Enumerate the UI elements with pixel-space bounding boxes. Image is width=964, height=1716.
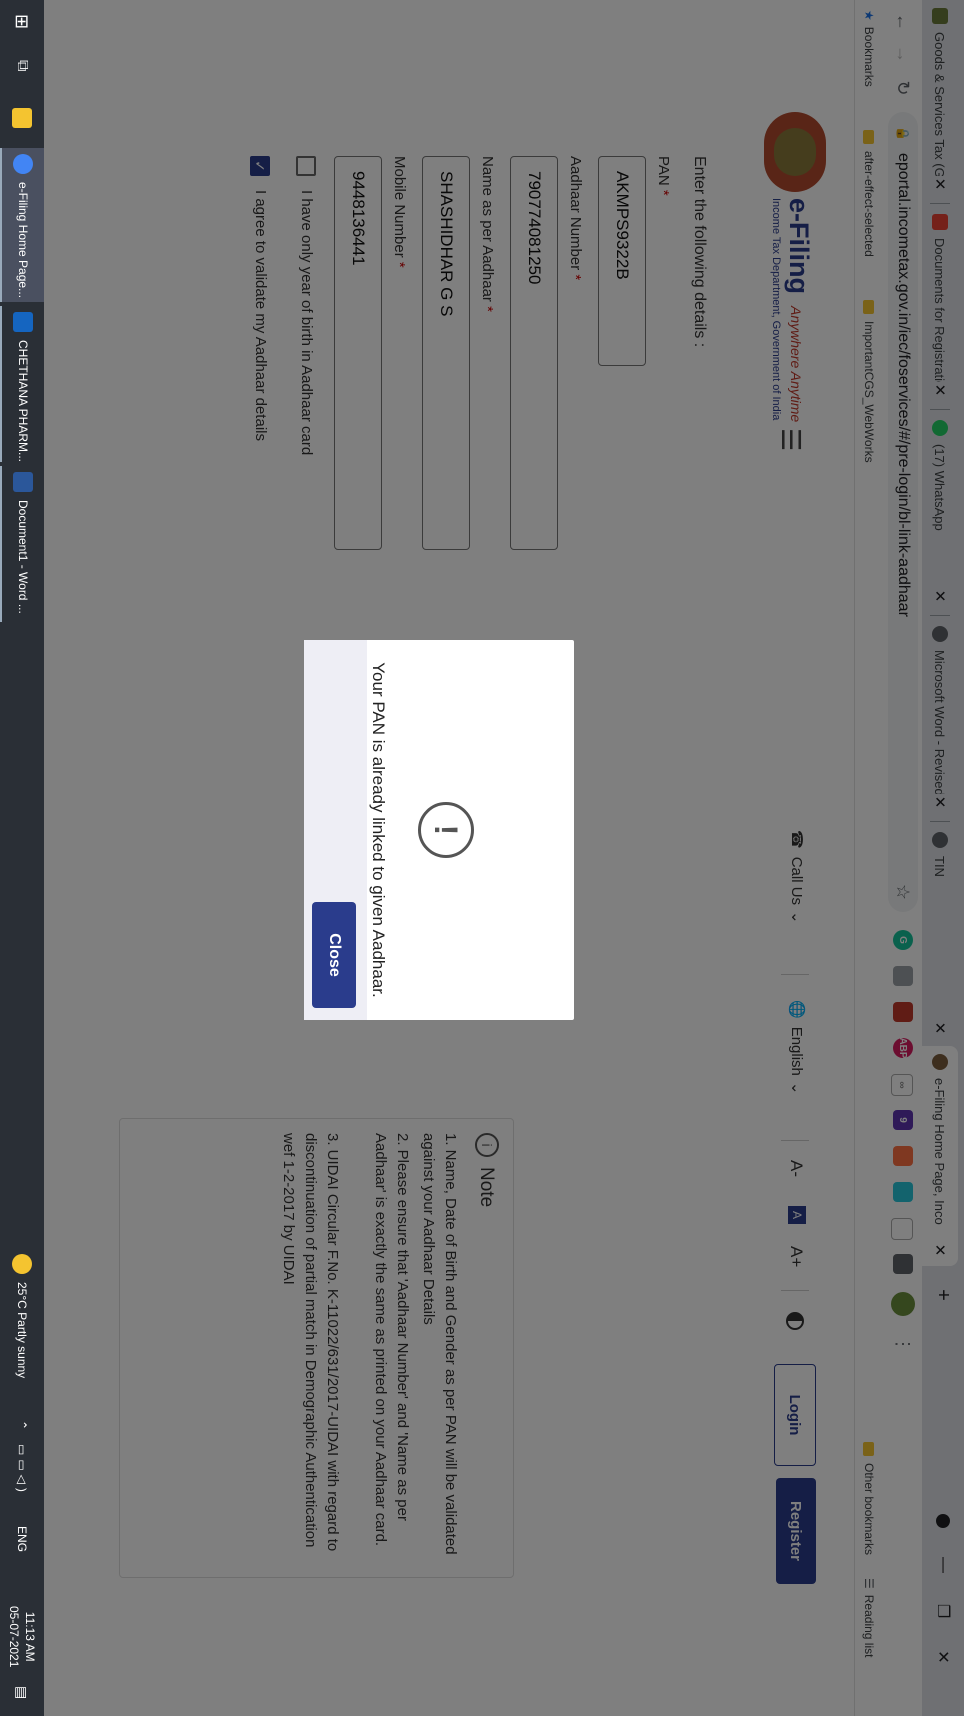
windows-start-icon[interactable]: ⊞ (0, 14, 44, 29)
taskbar-app-label: CHETHANA PHARM... (16, 340, 30, 463)
close-button[interactable]: Close (312, 902, 356, 1008)
taskbar-app-label: Document1 - Word ... (16, 500, 30, 614)
windows-taskbar: ⊞ ⧉ e-Filing Home Page... CHETHANA PHARM… (0, 0, 44, 1716)
clock-time: 11:13 AM (23, 1611, 37, 1662)
word-icon (13, 472, 33, 492)
chrome-icon (13, 154, 33, 174)
alert-dialog: ! Your PAN is already linked to given Aa… (304, 640, 574, 1020)
tray-icons[interactable]: ▭▭◁) (0, 1444, 44, 1496)
clock[interactable]: 11:13 AM 05-07-2021 (0, 1606, 44, 1667)
taskbar-app-word[interactable]: Document1 - Word ... (0, 466, 44, 622)
folder-icon (12, 108, 32, 128)
notification-icon[interactable]: ▤ (0, 1686, 44, 1699)
dialog-message: Your PAN is already linked to given Aadh… (369, 662, 388, 998)
dialog-footer: Close (304, 640, 367, 1020)
taskbar-app-chrome[interactable]: e-Filing Home Page... (0, 148, 44, 302)
clock-date: 05-07-2021 (7, 1606, 21, 1668)
screen: Goods & Services Tax (GS ✕ Documents for… (0, 0, 964, 1716)
file-explorer-icon[interactable] (0, 108, 44, 136)
chevron-up-icon[interactable]: ⌃ (0, 1420, 44, 1430)
exclamation-icon: ! (418, 802, 474, 858)
taskbar-app-chethana[interactable]: CHETHANA PHARM... (0, 306, 44, 462)
app-icon (13, 312, 33, 332)
weather-text: 25°C Partly sunny (15, 1282, 29, 1379)
weather-widget[interactable]: 25°C Partly sunny (0, 1254, 44, 1378)
taskbar-app-label: e-Filing Home Page... (16, 182, 30, 299)
lang-indicator[interactable]: ENG (0, 1526, 44, 1552)
task-view-icon[interactable]: ⧉ (0, 60, 44, 71)
partly-sunny-icon (12, 1254, 32, 1274)
